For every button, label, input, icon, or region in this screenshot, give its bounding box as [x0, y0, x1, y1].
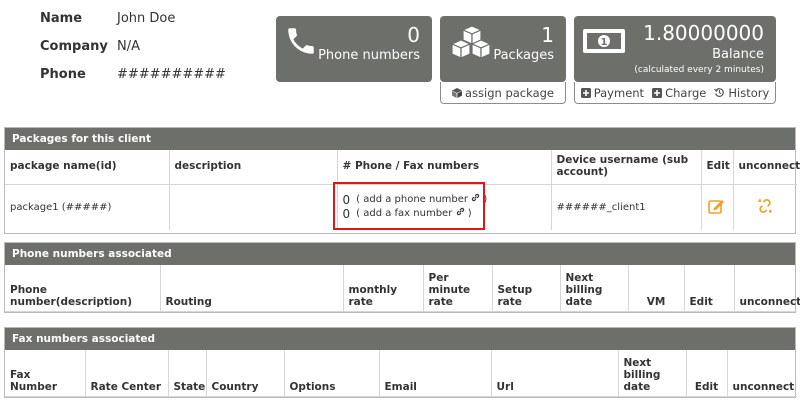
- client-company-label: Company: [40, 38, 108, 54]
- table-row: package1 (#####) 0 ( add a phone number …: [5, 184, 797, 230]
- col-phone-fax-numbers: # Phone / Fax numbers: [337, 150, 552, 185]
- unconnect-cell: [733, 184, 797, 230]
- history-icon: [714, 88, 725, 97]
- balance-value: 1.80000000: [643, 21, 764, 45]
- add-fax-number-link[interactable]: ( add a fax number ): [356, 207, 472, 221]
- packages-header-row: package name(id) description # Phone / F…: [5, 150, 800, 185]
- charge-link[interactable]: Charge: [652, 86, 706, 100]
- client-company-row: Company N/A: [40, 32, 226, 60]
- svg-text:1: 1: [601, 37, 608, 48]
- col-unconnect: unconnect: [733, 150, 800, 185]
- fax-number-line: 0 ( add a fax number ): [343, 207, 546, 221]
- phone-number-line: 0 ( add a phone number ): [343, 193, 546, 207]
- payment-link[interactable]: Payment: [580, 85, 645, 100]
- packages-label: Packages: [493, 48, 554, 63]
- phone-numbers-header-row: Phone number(description) Routing monthl…: [5, 265, 800, 312]
- col-device-username: Device username (sub account): [551, 150, 702, 185]
- plus-square-icon: [652, 87, 663, 98]
- packages-card[interactable]: 1 Packages: [440, 16, 566, 82]
- package-name-cell: package1 (#####): [5, 184, 170, 230]
- col-description: description: [169, 150, 338, 185]
- phone-numbers-label: Phone numbers: [318, 48, 420, 63]
- col-next-billing-date: Next billing date: [560, 265, 629, 312]
- col-package-name: package name(id): [5, 150, 170, 185]
- client-name-label: Name: [40, 10, 83, 26]
- phone-numbers-table: Phone number(description) Routing monthl…: [5, 265, 800, 312]
- packages-table: package name(id) description # Phone / F…: [5, 150, 800, 230]
- col-edit: Edit: [686, 350, 728, 397]
- client-name-row: Name John Doe: [40, 4, 226, 32]
- col-vm: VM: [628, 265, 685, 312]
- fax-numbers-table: Fax Number Rate Center State Country Opt…: [5, 350, 797, 397]
- add-phone-number-link[interactable]: ( add a phone number ): [356, 193, 487, 207]
- col-per-minute-rate: Per minute rate: [423, 265, 493, 312]
- col-monthly-rate: monthly rate: [343, 265, 424, 312]
- balance-label: Balance: [712, 47, 764, 62]
- col-state: State: [168, 350, 207, 397]
- plus-square-icon: [580, 87, 591, 98]
- history-label: History: [728, 85, 770, 100]
- packages-panel-title: Packages for this client: [5, 128, 795, 150]
- phone-numbers-count: 0: [407, 23, 420, 47]
- col-fax-number: Fax Number: [5, 350, 86, 397]
- charge-label: Charge: [665, 85, 707, 100]
- fax-count: 0: [342, 207, 351, 222]
- col-options: Options: [284, 350, 380, 397]
- balance-note: (calculated every 2 minutes): [634, 65, 764, 75]
- package-description-cell: [169, 184, 338, 230]
- col-unconnect: unconnect: [727, 350, 797, 397]
- col-phone-number: Phone number(description): [5, 265, 161, 312]
- fax-numbers-panel-title: Fax numbers associated: [5, 328, 795, 350]
- client-phone-label: Phone: [40, 66, 86, 82]
- phone-count: 0: [342, 193, 351, 208]
- assign-package-label: assign package: [464, 85, 555, 100]
- link-icon: [456, 208, 464, 216]
- balance-card-footer: Payment Charge History: [574, 82, 776, 104]
- history-link[interactable]: History: [714, 86, 769, 100]
- client-name-value: John Doe: [117, 10, 176, 26]
- client-phone-value: ##########: [117, 66, 226, 82]
- phone-icon: [284, 24, 318, 62]
- package-numbers-cell: 0 ( add a phone number ) 0 ( add a fax n…: [337, 184, 552, 230]
- col-url: Url: [491, 350, 619, 397]
- link-icon: [472, 194, 480, 202]
- boxes-icon: [448, 24, 492, 68]
- col-setup-rate: Setup rate: [492, 265, 561, 312]
- col-routing: Routing: [160, 265, 344, 312]
- col-edit: Edit: [684, 265, 735, 312]
- packages-panel: Packages for this client package name(id…: [4, 127, 800, 234]
- client-phone-row: Phone ##########: [40, 60, 226, 88]
- device-username-cell: ######_client1: [551, 184, 702, 230]
- col-email: Email: [379, 350, 492, 397]
- cube-icon: [451, 87, 462, 98]
- client-company-value: N/A: [117, 38, 140, 54]
- phone-numbers-panel-title: Phone numbers associated: [5, 243, 795, 265]
- phone-numbers-panel: Phone numbers associated Phone number(de…: [4, 242, 800, 313]
- edit-cell: [701, 184, 734, 230]
- col-unconnect: unconnect: [734, 265, 800, 312]
- edit-icon[interactable]: [708, 198, 726, 217]
- assign-package-link[interactable]: assign package: [451, 85, 555, 100]
- payment-label: Payment: [593, 85, 645, 100]
- col-rate-center: Rate Center: [85, 350, 169, 397]
- money-bill-icon: 1: [582, 24, 626, 60]
- col-next-billing-date: Next billing date: [618, 350, 687, 397]
- col-country: Country: [206, 350, 285, 397]
- fax-numbers-panel: Fax numbers associated Fax Number Rate C…: [4, 327, 797, 398]
- col-edit: Edit: [701, 150, 734, 185]
- fax-numbers-header-row: Fax Number Rate Center State Country Opt…: [5, 350, 797, 397]
- unlink-icon[interactable]: [756, 197, 774, 218]
- packages-count: 1: [541, 23, 554, 47]
- client-info: Name John Doe Company N/A Phone ########…: [40, 4, 226, 88]
- packages-card-footer: assign package: [440, 82, 566, 104]
- phone-numbers-card[interactable]: 0 Phone numbers: [276, 16, 432, 82]
- balance-card[interactable]: 1 1.80000000 Balance (calculated every 2…: [574, 16, 776, 82]
